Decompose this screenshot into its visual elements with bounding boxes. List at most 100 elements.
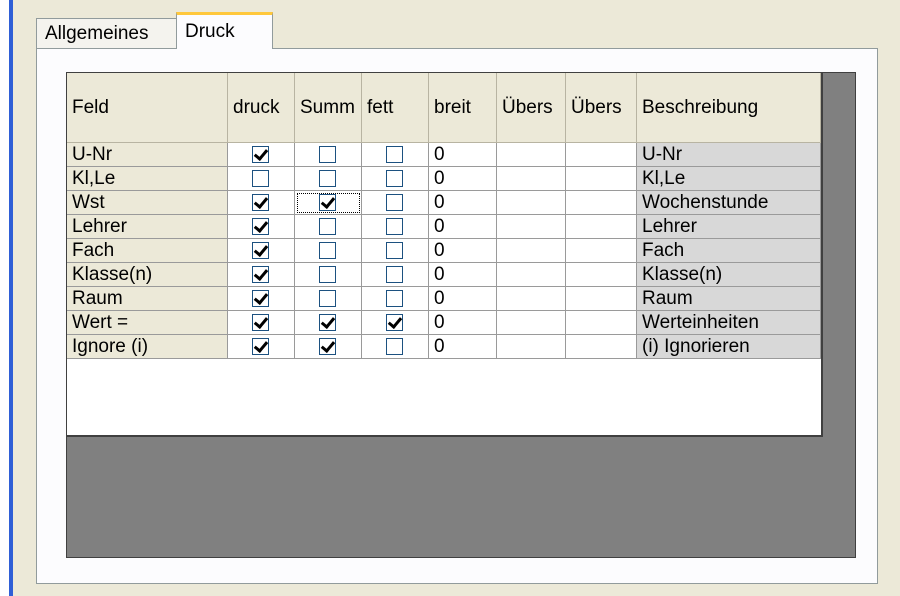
druck-checkbox[interactable] bbox=[252, 289, 269, 307]
column-header-ubers-1[interactable]: Übers bbox=[497, 73, 566, 143]
ubers-1-cell[interactable] bbox=[497, 239, 566, 263]
fett-cell[interactable] bbox=[362, 287, 429, 311]
druck-checkbox[interactable] bbox=[252, 313, 269, 331]
breit-cell[interactable]: 0 bbox=[429, 215, 497, 239]
druck-cell[interactable] bbox=[228, 335, 295, 359]
column-header-beschreibung[interactable]: Beschreibung bbox=[637, 73, 821, 143]
druck-checkbox[interactable] bbox=[252, 217, 269, 235]
summ-cell[interactable] bbox=[295, 167, 362, 191]
fett-checkbox[interactable] bbox=[386, 313, 403, 331]
beschreibung-cell[interactable]: (i) Ignorieren bbox=[637, 335, 821, 359]
fett-checkbox[interactable] bbox=[386, 193, 403, 211]
beschreibung-cell[interactable]: Kl,Le bbox=[637, 167, 821, 191]
summ-cell[interactable] bbox=[295, 191, 362, 215]
summ-cell[interactable] bbox=[295, 239, 362, 263]
druck-checkbox[interactable] bbox=[252, 265, 269, 283]
column-header-breit[interactable]: breit bbox=[429, 73, 497, 143]
druck-cell[interactable] bbox=[228, 311, 295, 335]
ubers-2-cell[interactable] bbox=[566, 191, 637, 215]
druck-checkbox[interactable] bbox=[252, 169, 269, 187]
ubers-2-cell[interactable] bbox=[566, 215, 637, 239]
grid-scroll-area[interactable]: Feld druck Summ fett breit Übers Übers B… bbox=[66, 72, 856, 558]
fett-cell[interactable] bbox=[362, 215, 429, 239]
feld-cell[interactable]: Lehrer bbox=[67, 215, 228, 239]
feld-cell[interactable]: Wst bbox=[67, 191, 228, 215]
breit-cell[interactable]: 0 bbox=[429, 287, 497, 311]
ubers-2-cell[interactable] bbox=[566, 167, 637, 191]
breit-cell[interactable]: 0 bbox=[429, 335, 497, 359]
beschreibung-cell[interactable]: U-Nr bbox=[637, 143, 821, 167]
breit-cell[interactable]: 0 bbox=[429, 311, 497, 335]
summ-checkbox[interactable] bbox=[319, 169, 336, 187]
ubers-2-cell[interactable] bbox=[566, 239, 637, 263]
fett-checkbox[interactable] bbox=[386, 217, 403, 235]
beschreibung-cell[interactable]: Fach bbox=[637, 239, 821, 263]
summ-cell[interactable] bbox=[295, 287, 362, 311]
feld-cell[interactable]: U-Nr bbox=[67, 143, 228, 167]
breit-cell[interactable]: 0 bbox=[429, 191, 497, 215]
druck-checkbox[interactable] bbox=[252, 241, 269, 259]
ubers-1-cell[interactable] bbox=[497, 287, 566, 311]
fett-cell[interactable] bbox=[362, 167, 429, 191]
druck-checkbox[interactable] bbox=[252, 337, 269, 355]
summ-cell[interactable] bbox=[295, 335, 362, 359]
fett-cell[interactable] bbox=[362, 335, 429, 359]
summ-checkbox[interactable] bbox=[319, 145, 336, 163]
druck-cell[interactable] bbox=[228, 167, 295, 191]
beschreibung-cell[interactable]: Wochenstunde bbox=[637, 191, 821, 215]
druck-checkbox[interactable] bbox=[252, 193, 269, 211]
feld-cell[interactable]: Ignore (i) bbox=[67, 335, 228, 359]
druck-checkbox[interactable] bbox=[252, 145, 269, 163]
druck-cell[interactable] bbox=[228, 263, 295, 287]
beschreibung-cell[interactable]: Raum bbox=[637, 287, 821, 311]
tab-druck[interactable]: Druck bbox=[176, 12, 273, 49]
ubers-1-cell[interactable] bbox=[497, 335, 566, 359]
ubers-1-cell[interactable] bbox=[497, 167, 566, 191]
fett-checkbox[interactable] bbox=[386, 241, 403, 259]
summ-checkbox[interactable] bbox=[319, 217, 336, 235]
beschreibung-cell[interactable]: Klasse(n) bbox=[637, 263, 821, 287]
column-header-fett[interactable]: fett bbox=[362, 73, 429, 143]
beschreibung-cell[interactable]: Lehrer bbox=[637, 215, 821, 239]
ubers-2-cell[interactable] bbox=[566, 263, 637, 287]
ubers-1-cell[interactable] bbox=[497, 191, 566, 215]
druck-cell[interactable] bbox=[228, 143, 295, 167]
fett-cell[interactable] bbox=[362, 311, 429, 335]
column-header-ubers-2[interactable]: Übers bbox=[566, 73, 637, 143]
fett-checkbox[interactable] bbox=[386, 337, 403, 355]
druck-cell[interactable] bbox=[228, 215, 295, 239]
summ-cell[interactable] bbox=[295, 215, 362, 239]
summ-cell[interactable] bbox=[295, 143, 362, 167]
breit-cell[interactable]: 0 bbox=[429, 143, 497, 167]
feld-cell[interactable]: Klasse(n) bbox=[67, 263, 228, 287]
summ-checkbox[interactable] bbox=[319, 337, 336, 355]
column-header-feld[interactable]: Feld bbox=[67, 73, 228, 143]
fett-cell[interactable] bbox=[362, 143, 429, 167]
summ-checkbox[interactable] bbox=[319, 193, 336, 211]
beschreibung-cell[interactable]: Werteinheiten bbox=[637, 311, 821, 335]
ubers-2-cell[interactable] bbox=[566, 287, 637, 311]
column-header-summ[interactable]: Summ bbox=[295, 73, 362, 143]
ubers-1-cell[interactable] bbox=[497, 263, 566, 287]
druck-cell[interactable] bbox=[228, 191, 295, 215]
tab-allgemeines[interactable]: Allgemeines bbox=[36, 18, 178, 48]
summ-checkbox[interactable] bbox=[319, 313, 336, 331]
druck-cell[interactable] bbox=[228, 287, 295, 311]
fett-checkbox[interactable] bbox=[386, 265, 403, 283]
ubers-2-cell[interactable] bbox=[566, 335, 637, 359]
summ-cell[interactable] bbox=[295, 311, 362, 335]
summ-checkbox[interactable] bbox=[319, 265, 336, 283]
breit-cell[interactable]: 0 bbox=[429, 167, 497, 191]
breit-cell[interactable]: 0 bbox=[429, 239, 497, 263]
fett-checkbox[interactable] bbox=[386, 289, 403, 307]
ubers-1-cell[interactable] bbox=[497, 143, 566, 167]
feld-cell[interactable]: Wert = bbox=[67, 311, 228, 335]
summ-checkbox[interactable] bbox=[319, 289, 336, 307]
fett-cell[interactable] bbox=[362, 263, 429, 287]
fett-checkbox[interactable] bbox=[386, 169, 403, 187]
breit-cell[interactable]: 0 bbox=[429, 263, 497, 287]
feld-cell[interactable]: Raum bbox=[67, 287, 228, 311]
feld-cell[interactable]: Fach bbox=[67, 239, 228, 263]
column-header-druck[interactable]: druck bbox=[228, 73, 295, 143]
ubers-1-cell[interactable] bbox=[497, 215, 566, 239]
